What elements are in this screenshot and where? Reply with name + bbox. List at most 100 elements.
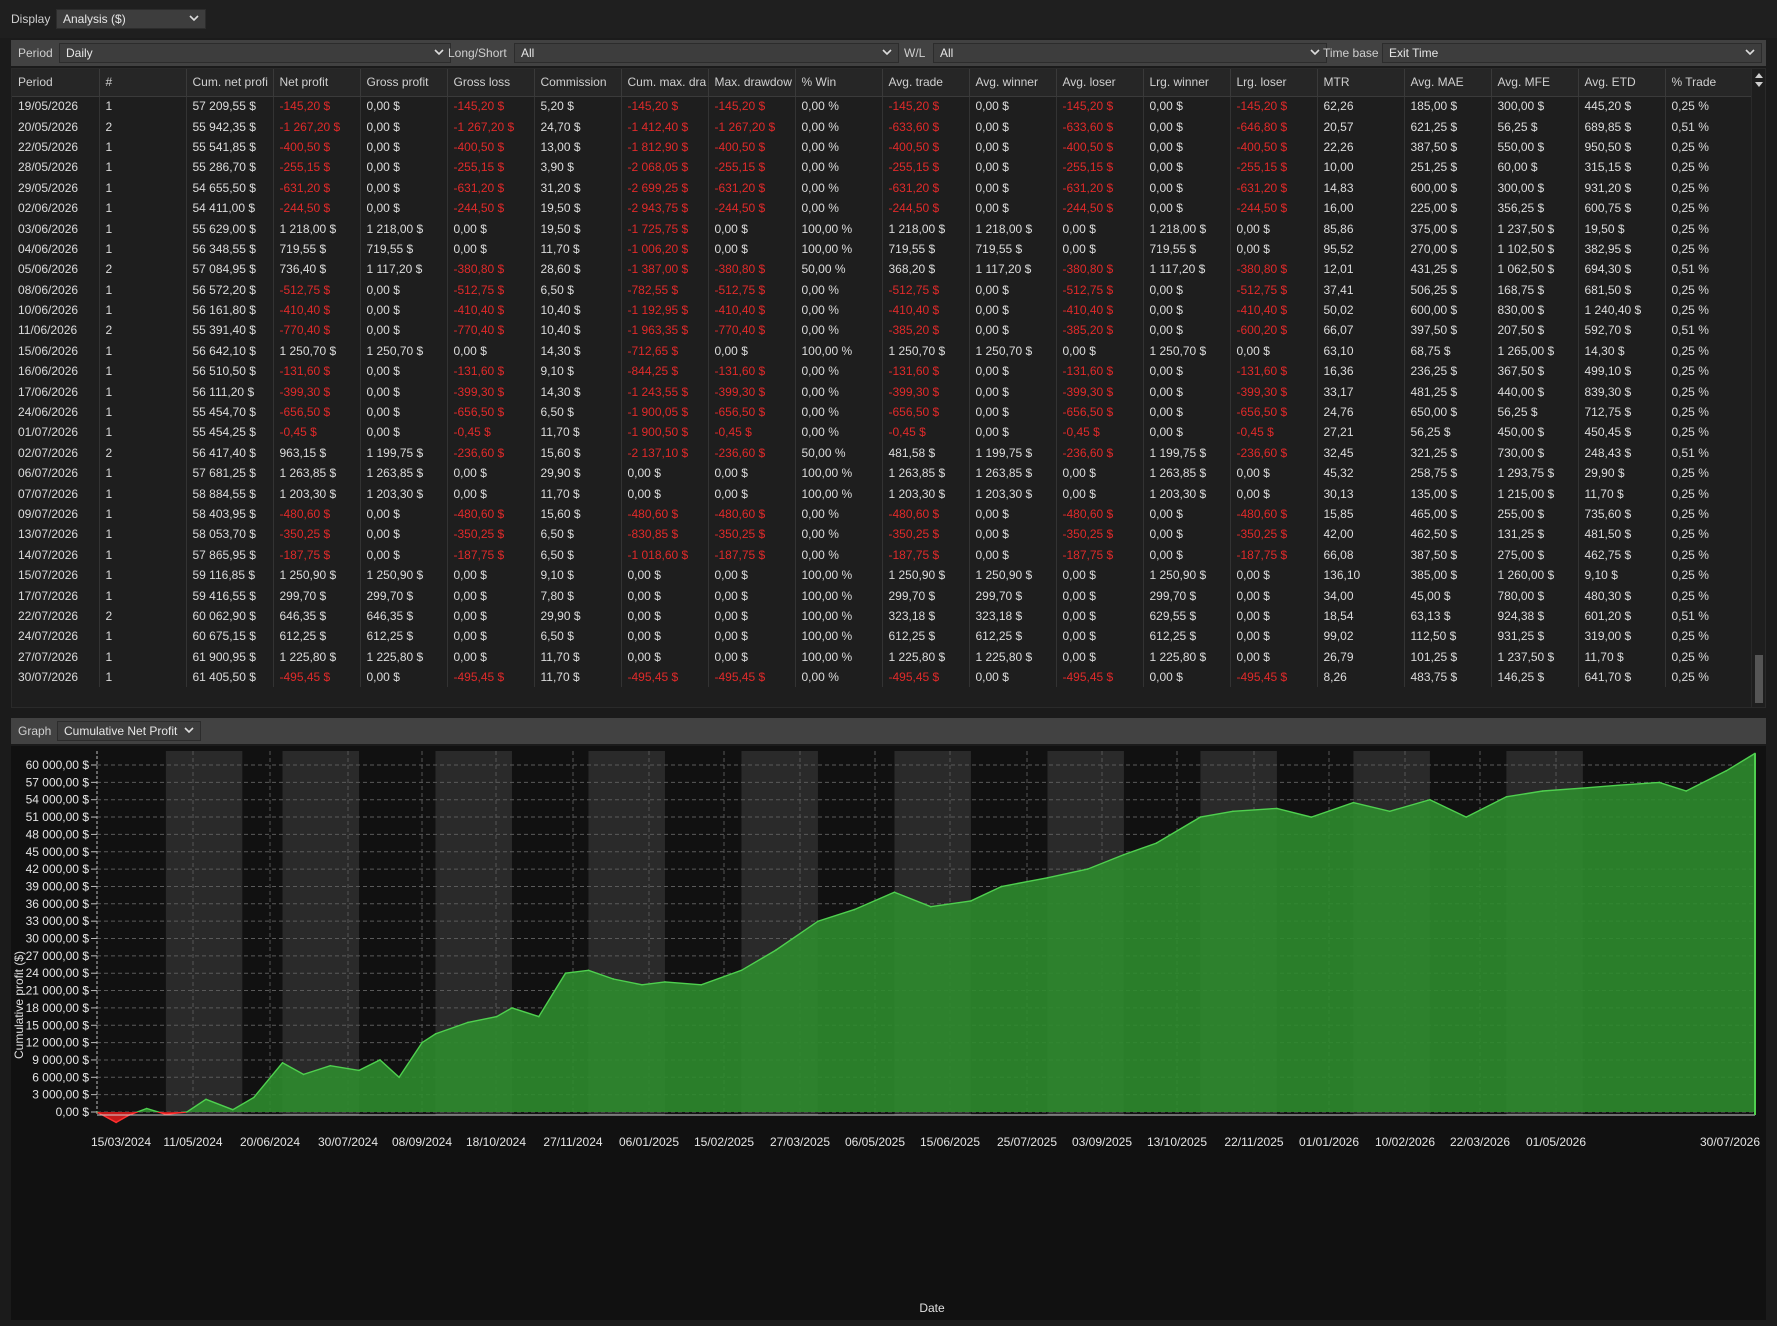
table-cell: 375,00 $: [1404, 218, 1492, 239]
column-header[interactable]: Max. drawdow: [708, 69, 796, 97]
column-header[interactable]: Cum. max. dra: [621, 69, 709, 97]
table-cell: -145,20 $: [1230, 96, 1318, 117]
column-header[interactable]: Period: [12, 69, 100, 97]
table-row[interactable]: 11/06/2026 2 55 391,40 $ -770,40 $0,00 $ -77…: [12, 320, 1753, 341]
data-point: [775, 949, 777, 951]
table-row[interactable]: 28/05/2026 1 55 286,70 $ -255,15 $0,00 $ -25…: [12, 157, 1753, 178]
table-row[interactable]: 30/07/2026 1 61 405,50 $ -495,45 $0,00 $ -49…: [12, 666, 1753, 688]
table-cell: 5,20 $: [534, 96, 622, 117]
table-cell: 0,00 $: [360, 524, 448, 545]
column-header[interactable]: Lrg. winner: [1143, 69, 1231, 97]
table-cell: -399,30 $: [882, 381, 970, 402]
table-row[interactable]: 19/05/2026 1 57 209,55 $ -145,20 $0,00 $ -14…: [12, 96, 1753, 117]
table-cell: 61 405,50 $: [186, 666, 274, 688]
table-cell: 11,70 $: [534, 422, 622, 443]
table-cell: -236,60 $: [708, 442, 796, 464]
table-row[interactable]: 24/06/2026 1 55 454,70 $ -656,50 $0,00 $ -65…: [12, 401, 1753, 423]
scrollbar-thumb[interactable]: [1755, 655, 1763, 703]
table-cell: 0,00 $: [447, 585, 535, 606]
column-header[interactable]: % Win: [795, 69, 883, 97]
period-select[interactable]: Daily: [59, 43, 451, 63]
column-header[interactable]: Commission: [534, 69, 622, 97]
display-toolbar: Display Analysis ($): [0, 0, 1777, 38]
table-cell: 0,00 %: [795, 401, 883, 423]
table-row[interactable]: 02/07/2026 2 56 417,40 $963,15 $1 199,75 $…: [12, 442, 1753, 464]
table-row[interactable]: 14/07/2026 1 57 865,95 $ -187,75 $0,00 $ -18…: [12, 544, 1753, 565]
table-cell: 481,58 $: [882, 442, 970, 464]
table-cell: 0,25 %: [1665, 177, 1753, 198]
graph-select[interactable]: Cumulative Net Profit: [57, 721, 201, 741]
table-cell: -480,60 $: [708, 503, 796, 525]
table-cell: 1 218,00 $: [1143, 218, 1231, 239]
chevron-down-icon: [189, 10, 201, 28]
table-row[interactable]: 03/06/2026 1 55 629,00 $1 218,00 $1 218,00…: [12, 218, 1753, 239]
table-row[interactable]: 05/06/2026 2 57 084,95 $736,40 $1 117,20 $…: [12, 259, 1753, 280]
column-header[interactable]: % Trade: [1665, 69, 1753, 97]
table-row[interactable]: 27/07/2026 1 61 900,95 $1 225,80 $1 225,80…: [12, 646, 1753, 667]
table-cell: 300,00 $: [1491, 177, 1579, 198]
column-header[interactable]: Avg. ETD: [1578, 69, 1666, 97]
table-cell: -400,50 $: [447, 136, 535, 158]
table-row[interactable]: 13/07/2026 1 58 053,70 $ -350,25 $0,00 $ -35…: [12, 524, 1753, 545]
table-cell: 0,00 $: [1143, 299, 1231, 321]
table-row[interactable]: 08/06/2026 1 56 572,20 $ -512,75 $0,00 $ -51…: [12, 279, 1753, 300]
table-row[interactable]: 16/06/2026 1 56 510,50 $ -131,60 $0,00 $ -13…: [12, 361, 1753, 382]
table-cell: -1 267,20 $: [273, 116, 361, 137]
table-cell: 185,00 $: [1404, 96, 1492, 117]
table-row[interactable]: 15/06/2026 1 56 642,10 $1 250,70 $1 250,70…: [12, 340, 1753, 362]
table-cell: 397,50 $: [1404, 320, 1492, 341]
column-header[interactable]: Avg. trade: [882, 69, 970, 97]
table-cell: 0,00 $: [1056, 646, 1144, 667]
column-header[interactable]: Cum. net profi: [186, 69, 274, 97]
column-header[interactable]: Gross profit: [360, 69, 448, 97]
column-header[interactable]: Gross loss: [447, 69, 535, 97]
table-row[interactable]: 17/07/2026 1 59 416,55 $299,70 $299,70 $0,…: [12, 585, 1753, 606]
table-row[interactable]: 09/07/2026 1 58 403,95 $ -480,60 $0,00 $ -48…: [12, 503, 1753, 525]
column-header[interactable]: MTR: [1317, 69, 1405, 97]
table-cell: -600,20 $: [1230, 320, 1318, 341]
table-cell: 11,70 $: [534, 238, 622, 260]
table-cell: -380,80 $: [708, 259, 796, 280]
display-select[interactable]: Analysis ($): [56, 9, 206, 29]
column-header[interactable]: Lrg. loser: [1230, 69, 1318, 97]
table-scrollbar[interactable]: [1751, 69, 1765, 707]
column-header[interactable]: #: [99, 69, 187, 97]
column-header[interactable]: Avg. winner: [969, 69, 1057, 97]
table-row[interactable]: 20/05/2026 2 55 942,35 $ -1 267,20 $0,00 $ -…: [12, 116, 1753, 137]
table-row[interactable]: 17/06/2026 1 56 111,20 $ -399,30 $0,00 $ -39…: [12, 381, 1753, 402]
data-point: [115, 1121, 117, 1124]
table-cell: 56 417,40 $: [186, 442, 274, 464]
table-cell: 1 218,00 $: [969, 218, 1057, 239]
table-cell: -0,45 $: [447, 422, 535, 443]
table-row[interactable]: 04/06/2026 1 56 348,55 $719,55 $719,55 $0,…: [12, 238, 1753, 260]
table-row[interactable]: 15/07/2026 1 59 116,85 $1 250,90 $1 250,90…: [12, 564, 1753, 586]
column-header[interactable]: Avg. MAE: [1404, 69, 1492, 97]
table-row[interactable]: 24/07/2026 1 60 675,15 $612,25 $612,25 $0,…: [12, 626, 1753, 647]
column-header[interactable]: Avg. MFE: [1491, 69, 1579, 97]
table-row[interactable]: 07/07/2026 1 58 884,55 $1 203,30 $1 203,30…: [12, 483, 1753, 504]
scroll-down-icon[interactable]: [1754, 81, 1764, 89]
timebase-select[interactable]: Exit Time: [1382, 43, 1762, 63]
column-header[interactable]: Net profit: [273, 69, 361, 97]
table-cell: 0,00 $: [969, 361, 1057, 382]
table-row[interactable]: 01/07/2026 1 55 454,25 $ -0,45 $0,00 $ -0,45…: [12, 422, 1753, 443]
table-row[interactable]: 02/06/2026 1 54 411,00 $ -244,50 $0,00 $ -24…: [12, 197, 1753, 219]
table-cell: 1: [99, 96, 187, 117]
table-row[interactable]: 22/05/2026 1 55 541,85 $ -400,50 $0,00 $ -40…: [12, 136, 1753, 158]
table-row[interactable]: 29/05/2026 1 54 655,50 $ -631,20 $0,00 $ -63…: [12, 177, 1753, 198]
table-cell: 11,70 $: [1578, 646, 1666, 667]
wl-select[interactable]: All: [933, 43, 1327, 63]
table-cell: 1 263,85 $: [1143, 463, 1231, 484]
longshort-select[interactable]: All: [514, 43, 899, 63]
table-cell: 56,25 $: [1404, 422, 1492, 443]
table-cell: 22/05/2026: [12, 136, 100, 158]
scroll-up-icon[interactable]: [1754, 71, 1764, 79]
column-header[interactable]: Avg. loser: [1056, 69, 1144, 97]
table-cell: 356,25 $: [1491, 197, 1579, 219]
table-cell: 55 454,70 $: [186, 401, 274, 423]
table-row[interactable]: 22/07/2026 2 60 062,90 $646,35 $646,35 $0,…: [12, 605, 1753, 627]
table-row[interactable]: 10/06/2026 1 56 161,80 $ -410,40 $0,00 $ -41…: [12, 299, 1753, 321]
data-point: [329, 1064, 332, 1067]
table-cell: 431,25 $: [1404, 259, 1492, 280]
table-row[interactable]: 06/07/2026 1 57 681,25 $1 263,85 $1 263,85…: [12, 463, 1753, 484]
